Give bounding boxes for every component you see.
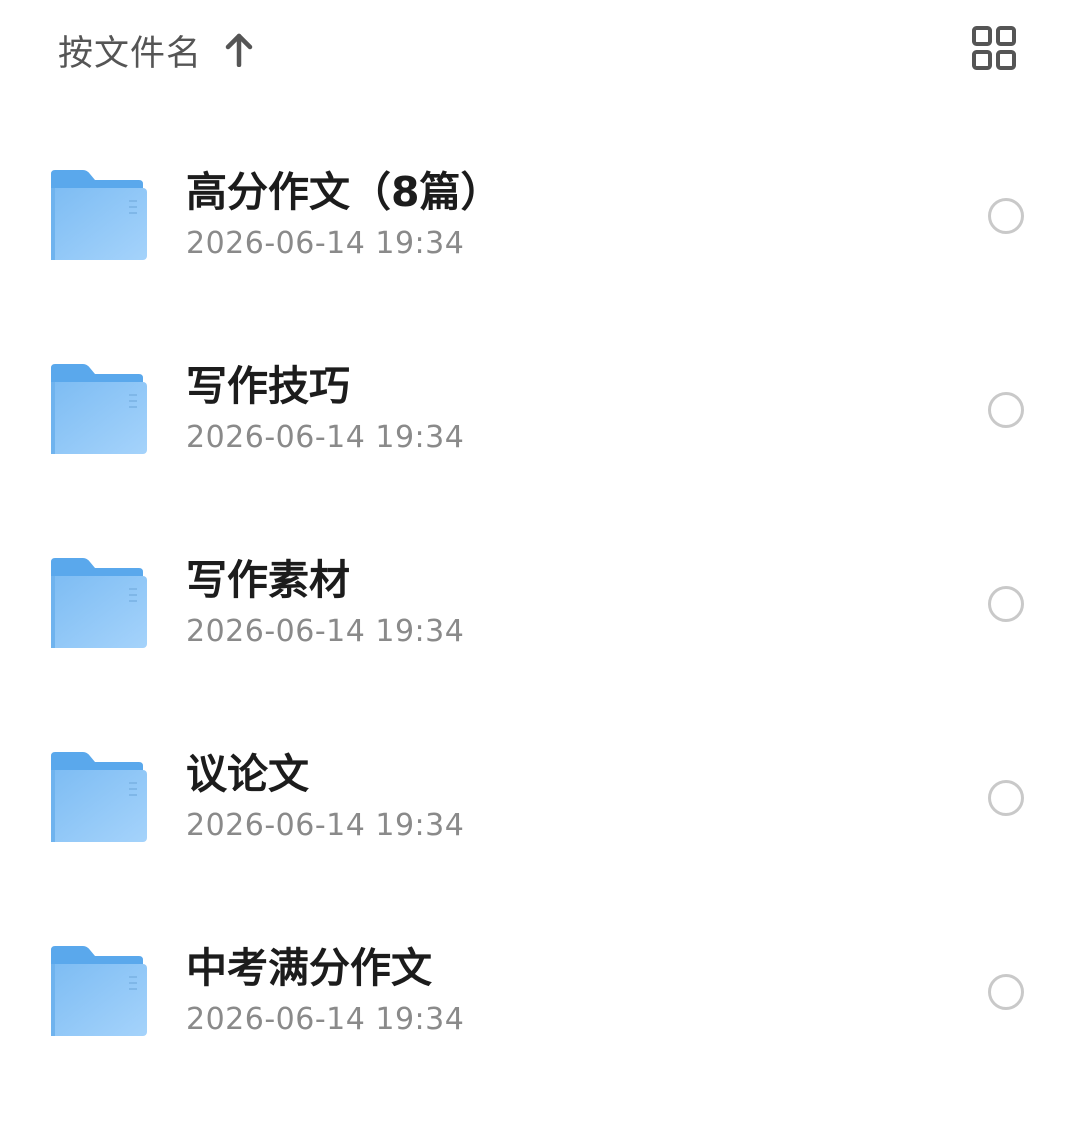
folder-icon [47, 558, 147, 650]
sort-by-name-button[interactable]: 按文件名 [58, 22, 254, 78]
folder-icon [47, 364, 147, 456]
file-name: 议论文 [186, 750, 309, 798]
file-name: 高分作文（8篇） [186, 168, 502, 216]
grid-view-toggle-button[interactable] [966, 22, 1022, 78]
list-item[interactable]: 中考满分作文 2026-06-14 19:34 [0, 894, 1080, 1088]
file-date: 2026-06-14 19:34 [186, 420, 465, 455]
list-item[interactable]: 写作技巧 2026-06-14 19:34 [0, 312, 1080, 506]
grid-view-icon [971, 25, 1017, 75]
select-radio[interactable] [988, 780, 1024, 816]
file-date: 2026-06-14 19:34 [186, 1002, 465, 1037]
select-radio[interactable] [988, 586, 1024, 622]
arrow-up-icon [224, 32, 254, 68]
list-item[interactable]: 写作素材 2026-06-14 19:34 [0, 506, 1080, 700]
select-radio[interactable] [988, 198, 1024, 234]
list-item[interactable]: 高分作文（8篇） 2026-06-14 19:34 [0, 118, 1080, 312]
select-radio[interactable] [988, 392, 1024, 428]
file-name: 写作素材 [186, 556, 350, 604]
file-date: 2026-06-14 19:34 [186, 614, 465, 649]
file-list: 高分作文（8篇） 2026-06-14 19:34 写作技巧 2026-06-1… [0, 118, 1080, 1088]
sort-label: 按文件名 [58, 33, 203, 74]
list-item[interactable]: 议论文 2026-06-14 19:34 [0, 700, 1080, 894]
list-header: 按文件名 [0, 0, 1080, 100]
folder-icon [47, 170, 147, 262]
select-radio[interactable] [988, 974, 1024, 1010]
file-name: 中考满分作文 [186, 944, 432, 992]
folder-icon [47, 752, 147, 844]
file-name: 写作技巧 [186, 362, 350, 410]
file-date: 2026-06-14 19:34 [186, 226, 465, 261]
folder-icon [47, 946, 147, 1038]
file-date: 2026-06-14 19:34 [186, 808, 465, 843]
